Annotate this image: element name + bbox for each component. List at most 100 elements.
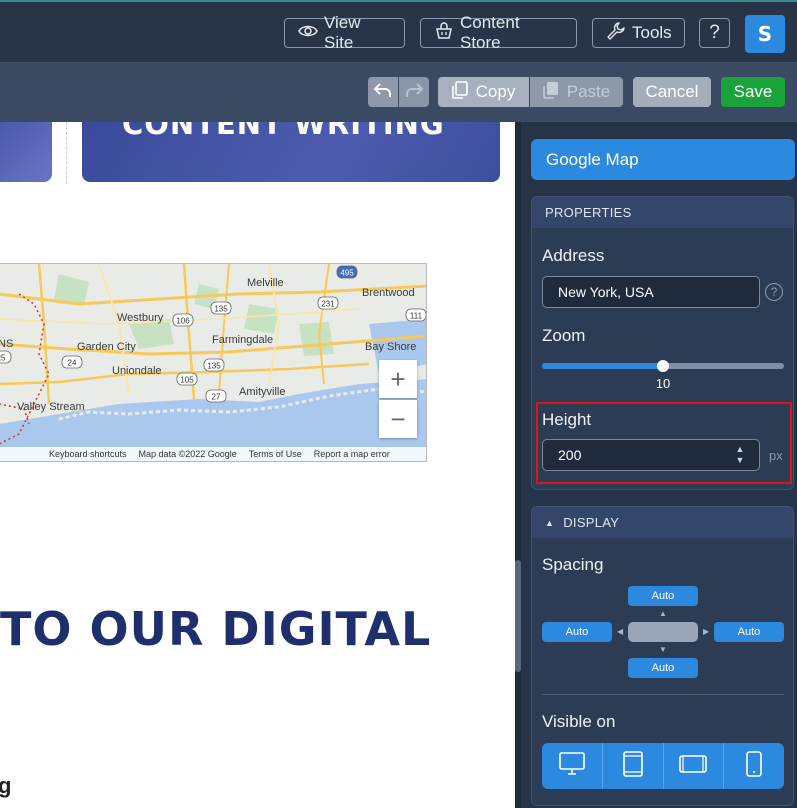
spacing-left[interactable]: Auto bbox=[542, 622, 612, 642]
map-zoom-out-button[interactable]: − bbox=[379, 400, 417, 438]
map-route-shield: 25 bbox=[0, 350, 12, 364]
basket-icon bbox=[434, 21, 454, 46]
zoom-slider-fill bbox=[542, 363, 663, 369]
mobile-icon bbox=[746, 750, 762, 782]
view-site-button[interactable]: View Site bbox=[284, 13, 405, 52]
caret-up-icon: ▲ bbox=[545, 517, 555, 528]
display-section: ▲ DISPLAY Spacing Auto Auto Auto Auto ▲ … bbox=[531, 506, 794, 806]
map-place-label: Brentwood bbox=[362, 287, 415, 299]
map-place-label: Valley Stream bbox=[17, 401, 85, 413]
display-header[interactable]: ▲ DISPLAY bbox=[532, 507, 793, 538]
properties-section: PROPERTIES Address New York, USA ? Zoom … bbox=[531, 196, 794, 490]
map-place-label: Uniondale bbox=[112, 365, 162, 377]
height-stepper[interactable]: ▲ ▼ bbox=[733, 444, 747, 466]
map-place-label: Bay Shore bbox=[365, 341, 416, 353]
svg-text:135: 135 bbox=[214, 305, 228, 314]
section-heading: TO OUR DIGITAL bbox=[0, 602, 432, 656]
redo-button[interactable] bbox=[399, 77, 429, 107]
zoom-value: 10 bbox=[655, 376, 671, 391]
svg-text:25: 25 bbox=[0, 354, 6, 363]
copy-button[interactable]: Copy bbox=[438, 77, 529, 107]
arrow-down-icon: ▼ bbox=[659, 645, 667, 654]
widget-title: Google Map bbox=[531, 139, 795, 180]
keyboard-shortcuts-link[interactable]: Keyboard shortcuts bbox=[43, 449, 133, 459]
undo-button[interactable] bbox=[368, 77, 398, 107]
section-divider bbox=[542, 694, 784, 695]
map-place-label: Garden City bbox=[77, 341, 136, 353]
copy-label: Copy bbox=[475, 82, 516, 101]
avatar[interactable]: S bbox=[745, 15, 785, 53]
content-writing-card[interactable]: CONTENT WRITING bbox=[82, 122, 500, 182]
help-label: ? bbox=[709, 22, 720, 43]
zoom-slider-handle[interactable] bbox=[657, 360, 669, 372]
spacing-right[interactable]: Auto bbox=[714, 622, 784, 642]
content-store-button[interactable]: Content Store bbox=[420, 13, 577, 52]
display-header-label: DISPLAY bbox=[563, 515, 620, 530]
map-route-shield: 106 bbox=[172, 313, 194, 327]
card-heading: CONTENT WRITING bbox=[122, 122, 445, 141]
map-place-label: Westbury bbox=[117, 312, 164, 324]
spacing-top[interactable]: Auto bbox=[628, 586, 698, 606]
map-place-label: NS bbox=[0, 338, 13, 350]
terms-of-use-link[interactable]: Terms of Use bbox=[243, 449, 308, 459]
paste-label: Paste bbox=[566, 82, 611, 101]
paste-button[interactable]: Paste bbox=[530, 77, 623, 107]
help-circle-icon[interactable]: ? bbox=[765, 283, 783, 301]
height-input[interactable]: 200 ▲ ▼ bbox=[542, 439, 760, 471]
spacing-bottom[interactable]: Auto bbox=[628, 658, 698, 678]
arrow-up-icon: ▲ bbox=[659, 609, 667, 618]
spacing-center-box bbox=[628, 622, 698, 642]
wrench-icon bbox=[606, 21, 626, 46]
dashed-divider bbox=[66, 122, 67, 184]
visible-tablet-button[interactable] bbox=[603, 743, 664, 789]
visible-tablet-landscape-button[interactable] bbox=[664, 743, 725, 789]
view-site-label: View Site bbox=[324, 13, 361, 52]
stepper-up-icon[interactable]: ▲ bbox=[733, 444, 747, 455]
height-unit: px bbox=[769, 448, 783, 463]
tools-label: Tools bbox=[632, 23, 672, 42]
address-label: Address bbox=[542, 246, 605, 265]
svg-text:111: 111 bbox=[410, 312, 423, 321]
map-route-shield: 495 bbox=[336, 265, 358, 279]
help-button[interactable]: ? bbox=[699, 18, 730, 48]
svg-text:231: 231 bbox=[321, 300, 335, 309]
undo-icon bbox=[373, 81, 393, 104]
redo-icon bbox=[404, 81, 424, 104]
address-input[interactable]: New York, USA bbox=[542, 276, 760, 308]
truncated-text: g bbox=[0, 773, 12, 798]
map-canvas[interactable]: Melville Brentwood Westbury Garden City Farm… bbox=[0, 264, 427, 462]
zoom-slider[interactable] bbox=[542, 360, 784, 372]
cancel-button[interactable]: Cancel bbox=[633, 77, 711, 107]
map-route-shield: 135 bbox=[210, 301, 232, 315]
device-visibility-group bbox=[542, 743, 784, 789]
arrow-left-icon: ◀ bbox=[617, 627, 624, 636]
visible-mobile-button[interactable] bbox=[724, 743, 784, 789]
svg-text:105: 105 bbox=[180, 376, 194, 385]
tablet-landscape-icon bbox=[679, 754, 708, 778]
svg-text:495: 495 bbox=[340, 269, 354, 278]
page-canvas: CONTENT WRITING Melville Brentwood Westb… bbox=[0, 122, 515, 808]
zoom-label: Zoom bbox=[542, 326, 586, 345]
spacing-label: Spacing bbox=[542, 555, 604, 574]
visible-desktop-button[interactable] bbox=[542, 743, 603, 789]
map-place-label: Amityville bbox=[239, 386, 285, 398]
tablet-icon bbox=[622, 750, 643, 782]
eye-icon bbox=[298, 21, 318, 46]
google-map[interactable]: Melville Brentwood Westbury Garden City Farm… bbox=[0, 263, 427, 462]
map-attribution-bar: Keyboard shortcuts Map data ©2022 Google… bbox=[0, 447, 426, 461]
save-button[interactable]: Save bbox=[721, 77, 785, 107]
map-route-shield: 24 bbox=[61, 355, 83, 369]
tools-button[interactable]: Tools bbox=[592, 18, 685, 48]
height-label: Height bbox=[542, 410, 592, 429]
map-place-label: Melville bbox=[247, 277, 284, 289]
map-route-shield: 231 bbox=[317, 296, 339, 310]
stepper-down-icon[interactable]: ▼ bbox=[733, 455, 747, 466]
report-map-error-link[interactable]: Report a map error bbox=[308, 449, 396, 459]
paste-icon bbox=[542, 81, 559, 104]
map-route-shield: 105 bbox=[176, 372, 198, 386]
map-zoom-in-button[interactable]: + bbox=[379, 360, 417, 398]
properties-panel: Google Map PROPERTIES Address New York, … bbox=[521, 122, 797, 808]
map-route-shield: 135 bbox=[203, 358, 225, 372]
content-store-label: Content Store bbox=[460, 13, 520, 52]
map-place-label: Farmingdale bbox=[212, 334, 273, 346]
